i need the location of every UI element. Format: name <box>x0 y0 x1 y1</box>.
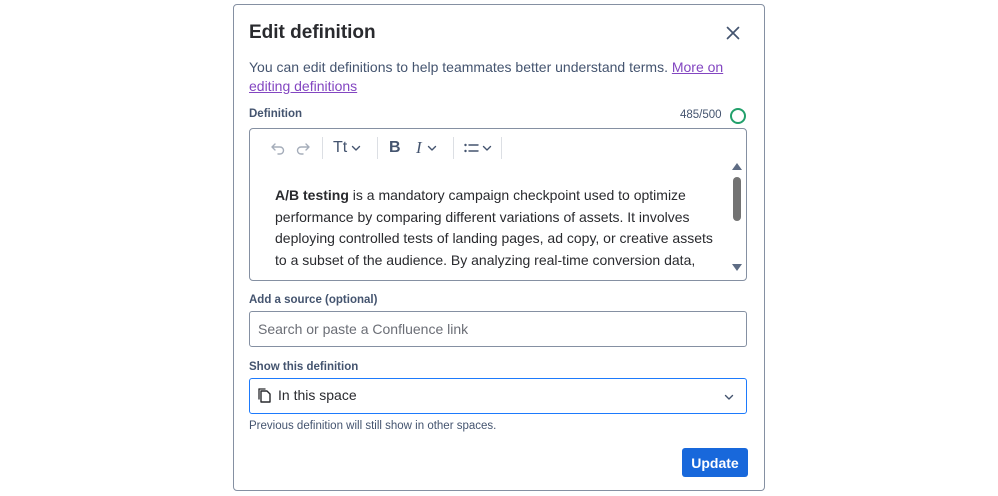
text-style-label: Tt <box>333 139 348 156</box>
text-style-dropdown[interactable]: Tt <box>333 137 362 159</box>
show-definition-value: In this space <box>278 387 357 403</box>
definition-label: Definition <box>249 108 303 120</box>
toolbar-divider <box>322 137 323 159</box>
visibility-hint: Previous definition will still show in o… <box>249 420 497 432</box>
close-icon <box>726 26 740 40</box>
list-dropdown[interactable] <box>463 137 493 159</box>
definition-text[interactable]: A/B testing is a mandatory campaign chec… <box>275 185 715 271</box>
undo-icon <box>271 143 285 155</box>
scrollbar-thumb[interactable] <box>733 177 741 221</box>
redo-button[interactable] <box>295 137 311 159</box>
chevron-down-icon <box>427 145 436 151</box>
character-limit-ring-icon <box>730 108 746 124</box>
page-icon <box>258 388 271 403</box>
scroll-down-arrow[interactable] <box>732 264 742 271</box>
italic-dropdown[interactable]: I <box>416 137 438 159</box>
source-input[interactable] <box>249 311 747 347</box>
show-definition-select[interactable]: In this space <box>249 378 747 414</box>
toolbar-divider <box>377 137 378 159</box>
bold-label: B <box>389 139 401 156</box>
dialog-description: You can edit definitions to help teammat… <box>249 58 739 96</box>
source-label: Add a source (optional) <box>249 294 378 306</box>
undo-button[interactable] <box>270 137 286 159</box>
chevron-down-icon <box>724 394 734 400</box>
description-text: You can edit definitions to help teammat… <box>249 59 668 75</box>
dialog-title: Edit definition <box>249 22 376 43</box>
update-button[interactable]: Update <box>682 448 748 477</box>
toolbar-divider <box>453 137 454 159</box>
italic-label: I <box>416 138 422 157</box>
edit-definition-dialog: Edit definition You can edit definitions… <box>233 4 765 491</box>
chevron-down-icon <box>352 145 361 151</box>
close-button[interactable] <box>722 22 744 44</box>
list-icon <box>464 143 479 153</box>
chevron-down-icon <box>482 145 492 151</box>
scroll-up-arrow[interactable] <box>732 163 742 170</box>
show-definition-label: Show this definition <box>249 361 359 373</box>
bold-button[interactable]: B <box>389 137 401 159</box>
character-counter: 485/500 <box>680 109 722 121</box>
definition-editor[interactable]: Tt B I A/B testing is a mandatory campai… <box>249 128 747 281</box>
toolbar-divider <box>501 137 502 159</box>
redo-icon <box>296 143 310 155</box>
editor-toolbar: Tt B I <box>250 129 746 167</box>
definition-term: A/B testing <box>275 187 349 203</box>
